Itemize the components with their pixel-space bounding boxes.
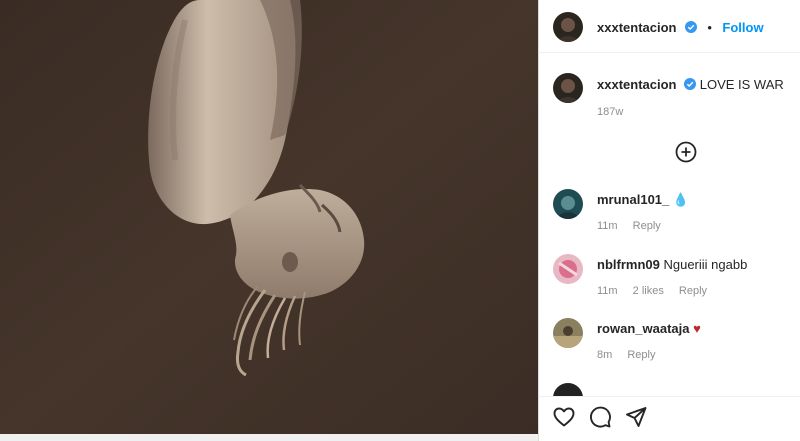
comment-meta: 8m Reply [597, 349, 667, 361]
comment-line: nblfrmn09 Ngueriii ngabb [597, 257, 747, 272]
bottom-scroll-strip [0, 434, 538, 441]
commenter-avatar[interactable] [553, 318, 583, 348]
instagram-post-view: xxxtentacion • Follow xxxtentacion LOVE … [0, 0, 800, 441]
verified-badge-icon [684, 78, 697, 90]
comment-meta: 11m 2 likes Reply [597, 285, 719, 297]
commenter-avatar[interactable] [553, 254, 583, 284]
plus-circle-icon[interactable] [675, 141, 697, 163]
send-icon[interactable] [624, 405, 648, 429]
author-avatar[interactable] [553, 12, 583, 42]
comment-text: Ngueriii ngabb [663, 257, 748, 272]
heart-emoji: ♥ [693, 321, 701, 336]
comment-item: rowan_waataja ♥ 8m Reply [553, 318, 800, 378]
comment-time: 11m [597, 285, 618, 297]
comment-time: 11m [597, 220, 618, 232]
caption-author-avatar[interactable] [553, 73, 583, 103]
comment-username[interactable]: mrunal101_ [597, 192, 669, 207]
comment-item: nblfrmn09 Ngueriii ngabb 11m 2 likes Rep… [553, 254, 800, 314]
header-row: xxxtentacion • Follow [597, 19, 764, 37]
comment-username[interactable]: rowan_waataja [597, 321, 690, 336]
post-photo[interactable] [0, 0, 538, 434]
separator-dot: • [707, 20, 712, 35]
comment-username[interactable]: nblfrmn09 [597, 257, 660, 272]
post-actions-bar [539, 396, 800, 437]
reply-button[interactable]: Reply [627, 349, 655, 361]
comment-likes[interactable]: 2 likes [633, 285, 664, 297]
comment-line: mrunal101_ 💧 [597, 192, 689, 208]
comment-emoji: 💧 [672, 192, 690, 207]
post-caption: xxxtentacion LOVE IS WAR [597, 77, 784, 92]
reply-button[interactable]: Reply [679, 285, 707, 297]
verified-badge-icon [684, 21, 697, 33]
author-username[interactable]: xxxtentacion [597, 20, 676, 35]
commenter-avatar[interactable] [553, 189, 583, 219]
comment-time: 8m [597, 349, 613, 361]
post-header: xxxtentacion • Follow [539, 0, 800, 53]
post-photo-artwork [0, 0, 538, 434]
caption-text: LOVE IS WAR [699, 77, 784, 92]
caption-username[interactable]: xxxtentacion [597, 77, 676, 92]
comment-icon[interactable] [588, 405, 612, 429]
comment-line: rowan_waataja ♥ [597, 321, 701, 336]
post-age: 187w [597, 106, 624, 118]
comment-item: mrunal101_ 💧 11m Reply [553, 189, 800, 249]
reply-button[interactable]: Reply [633, 220, 661, 232]
follow-button[interactable]: Follow [722, 20, 763, 35]
comment-meta: 11m Reply [597, 220, 673, 232]
heart-icon[interactable] [552, 405, 576, 429]
post-side-panel: xxxtentacion • Follow xxxtentacion LOVE … [539, 0, 800, 441]
